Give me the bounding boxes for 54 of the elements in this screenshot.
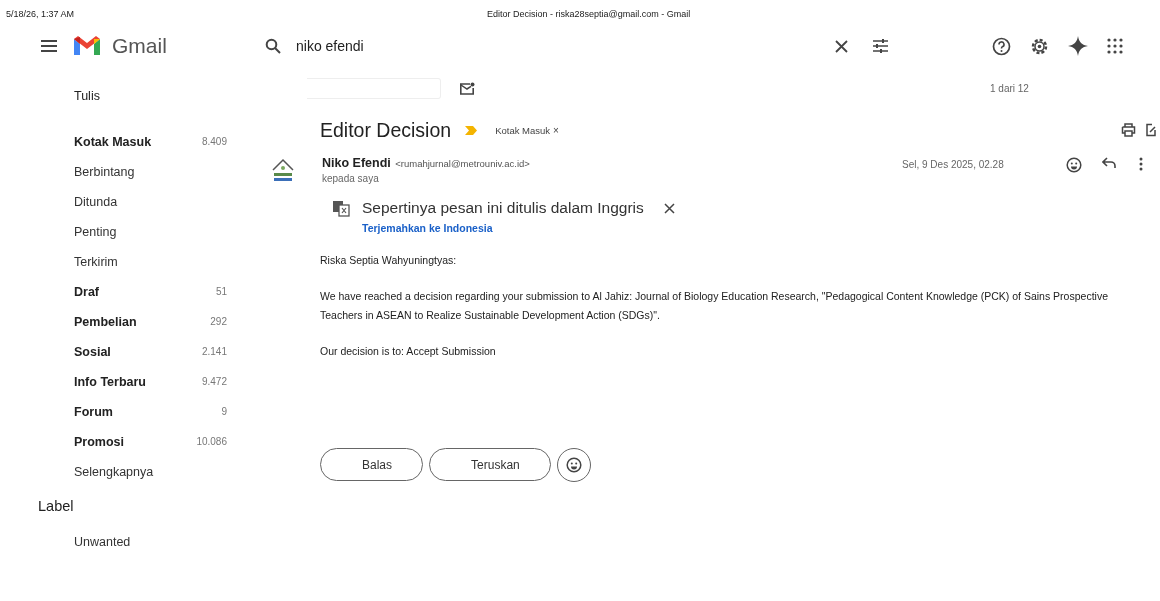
close-icon[interactable]	[835, 39, 848, 53]
body-paragraph: We have reached a decision regarding your submission to Al Jahiz: Journal of Biology Education Research, "Pedagogical Content Knowledge (PCK) of Sains Prospective Teachers in ASEAN to Realize Sustainable Development Action (SDGs)".	[320, 289, 1109, 323]
email-subject: Editor Decision	[320, 118, 452, 142]
sidebar-item[interactable]: Forum 9	[74, 402, 227, 432]
sidebar-item[interactable]: Sosial 2.141	[74, 342, 227, 372]
print-icon[interactable]	[1121, 123, 1136, 137]
importance-marker-icon[interactable]	[465, 125, 478, 135]
apps-grid-icon[interactable]	[1107, 38, 1123, 54]
sender-email: <rumahjurnal@metrouniv.ac.id>	[395, 158, 530, 169]
reply-icon[interactable]	[1102, 157, 1116, 168]
translate-notice: Sepertinya pesan ini ditulis dalam Inggris	[362, 199, 644, 217]
more-options-icon[interactable]	[1139, 157, 1143, 171]
sidebar-item[interactable]: Penting	[74, 222, 227, 252]
sidebar-item[interactable]: Ditunda	[74, 192, 227, 222]
app-name: Gmail	[112, 34, 167, 58]
pager-text: 1 dari 12	[990, 82, 1029, 94]
label-item[interactable]: Unwanted	[74, 532, 227, 562]
settings-icon[interactable]	[1030, 36, 1049, 56]
new-window-icon[interactable]	[1146, 123, 1156, 137]
sidebar-item[interactable]: Info Terbaru 9.472	[74, 372, 227, 402]
labels-heading: Label	[38, 497, 75, 516]
sidebar-item[interactable]: Kotak Masuk 8.409	[74, 132, 227, 162]
sidebar-item[interactable]: Selengkapnya	[74, 462, 227, 492]
body-paragraph: Our decision is to: Accept Submission	[320, 344, 497, 359]
email-date: Sel, 9 Des 2025, 02.28	[902, 159, 1005, 170]
close-icon[interactable]	[663, 202, 675, 214]
sparkle-icon[interactable]	[1068, 36, 1088, 56]
sidebar-item[interactable]: Pembelian 292	[74, 312, 227, 342]
translate-link[interactable]: Terjemahkan ke Indonesia	[362, 222, 1160, 234]
emoji-icon[interactable]	[1066, 157, 1082, 173]
sidebar-item[interactable]: Draf 51	[74, 282, 227, 312]
emoji-icon	[565, 457, 582, 473]
sidebar-item[interactable]: Promosi 10.086	[74, 432, 227, 462]
mail-unread-icon[interactable]	[459, 81, 475, 95]
gmail-logo-icon[interactable]	[72, 35, 102, 57]
remove-label-x[interactable]: ×	[553, 124, 559, 136]
translate-icon	[332, 199, 350, 217]
page-title: Editor Decision - riska28septia@gmail.com - Gmail	[487, 9, 691, 21]
search-icon[interactable]	[265, 38, 281, 54]
menu-icon[interactable]	[40, 39, 58, 53]
print-date: 5/18/26, 1:37 AM	[6, 9, 75, 21]
sidebar-item[interactable]: Terkirim	[74, 252, 227, 282]
body-paragraph: Riska Septia Wahyuningtyas:	[320, 253, 458, 268]
sender-name: Niko Efendi	[322, 156, 391, 170]
label-name-text: Kotak Masuk	[495, 124, 551, 136]
action-button[interactable]: Balas	[320, 448, 424, 481]
filter-sliders-icon[interactable]	[872, 38, 889, 54]
action-button[interactable]: Teruskan	[429, 448, 551, 481]
compose-button[interactable]: Tulis	[74, 89, 270, 109]
search-field[interactable]: niko efendi	[296, 38, 835, 54]
help-icon[interactable]	[992, 36, 1011, 56]
sidebar-item[interactable]: Berbintang	[74, 162, 227, 192]
recipient-text[interactable]: kepada saya	[322, 173, 902, 184]
emoji-reaction-button[interactable]	[556, 448, 591, 482]
